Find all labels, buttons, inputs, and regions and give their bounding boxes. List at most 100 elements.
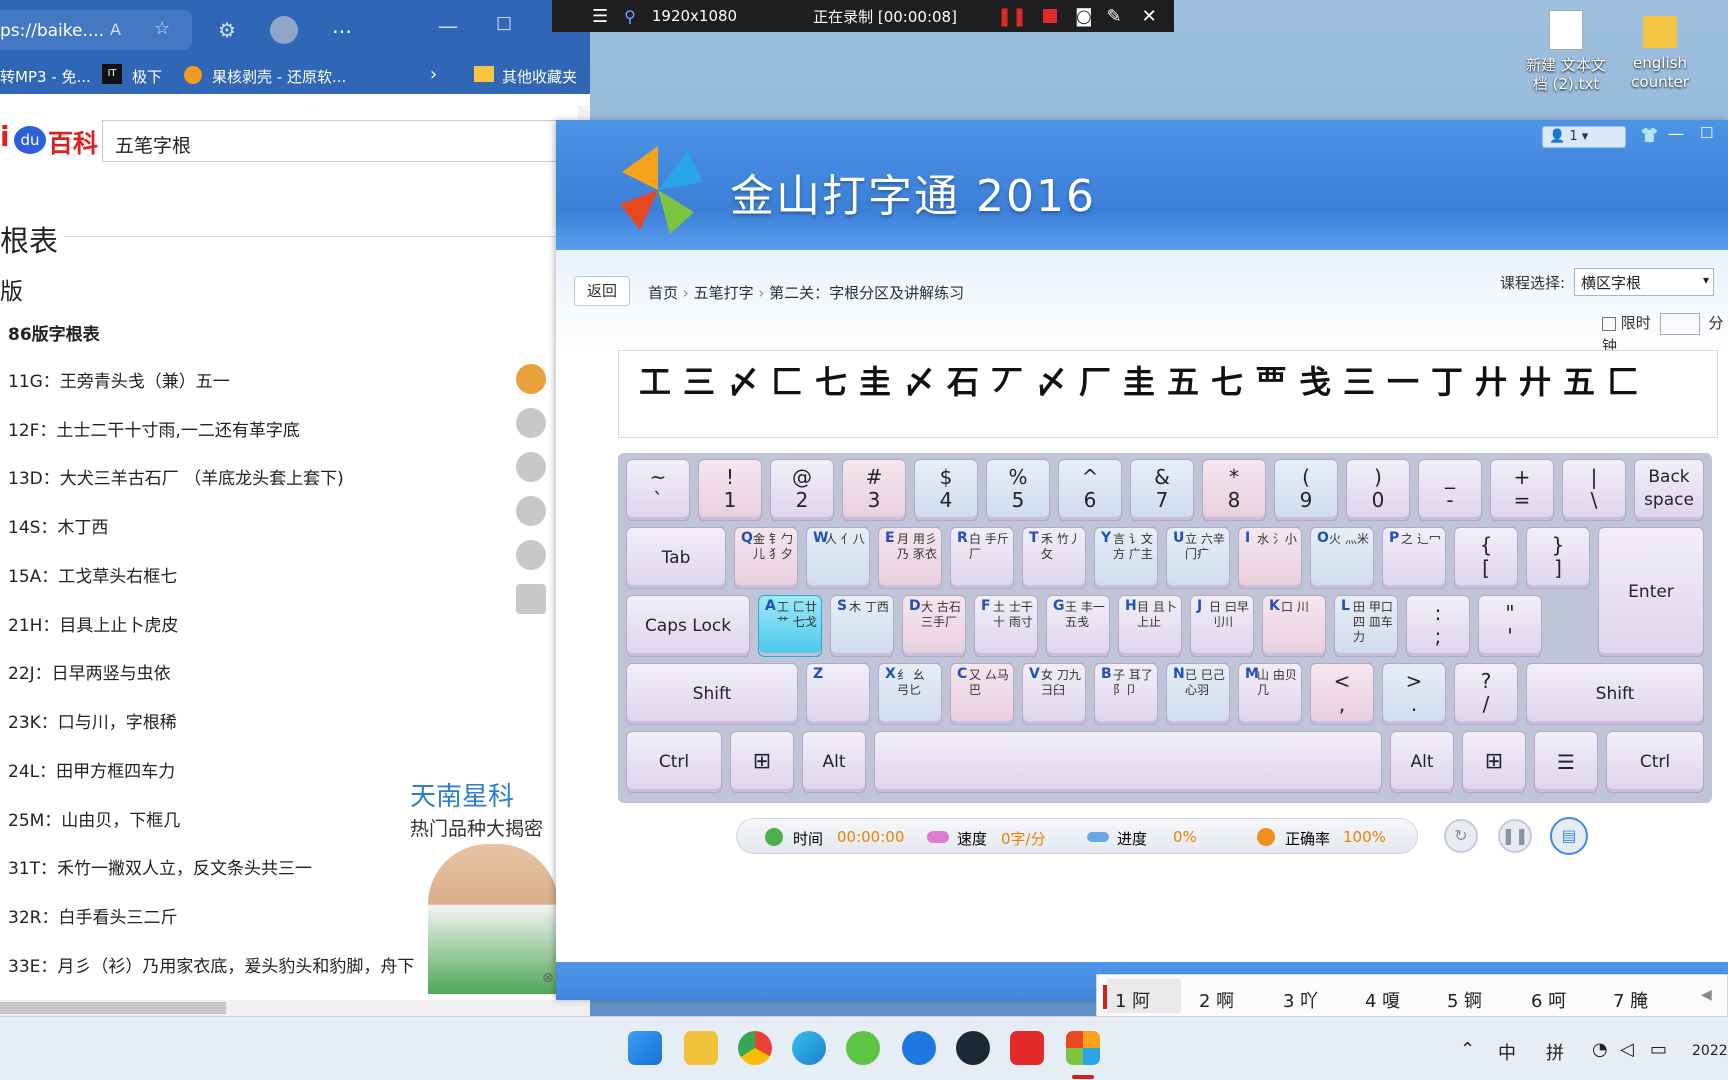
key-backspace[interactable]: Back space xyxy=(1634,459,1704,521)
desktop-icon-textfile[interactable]: 新建 文本文档 (2).txt xyxy=(1526,10,1606,94)
key-b[interactable]: B子 耳了 阝卩 xyxy=(1094,663,1158,725)
maximize-icon[interactable]: ☐ xyxy=(1700,124,1713,142)
key-m[interactable]: M山 由贝 几 xyxy=(1238,663,1302,725)
wechat-icon[interactable] xyxy=(846,1031,880,1065)
key-v[interactable]: V女 刀九 彐臼 xyxy=(1022,663,1086,725)
ad-title[interactable]: 天南星科 xyxy=(410,776,514,813)
key-y[interactable]: Y言 讠文方 广主 xyxy=(1094,527,1158,589)
key-backslash[interactable]: | \ xyxy=(1562,459,1626,521)
back-button[interactable]: 返回 xyxy=(574,276,630,306)
read-aloud-icon[interactable]: A xyxy=(110,20,121,39)
skin-icon[interactable]: 👕 xyxy=(1640,126,1659,144)
star-icon[interactable] xyxy=(516,408,546,438)
bookmark-item[interactable]: 转MP3 - 免... xyxy=(0,66,91,87)
camera-icon[interactable]: ◙ xyxy=(1075,6,1092,27)
maximize-icon[interactable]: ☐ xyxy=(496,14,512,35)
more-icon[interactable]: … xyxy=(332,14,352,38)
key-7[interactable]: & 7 xyxy=(1130,459,1194,521)
horizontal-scrollbar[interactable] xyxy=(0,1000,590,1016)
scroll-thumb[interactable] xyxy=(0,1002,226,1014)
key-left-ctrl[interactable]: Ctrl xyxy=(626,731,722,793)
key-l[interactable]: L田 甲口四 皿车力 xyxy=(1334,595,1398,657)
wifi-icon[interactable]: ◔ xyxy=(1592,1039,1608,1060)
time-limit-checkbox[interactable] xyxy=(1602,316,1616,331)
youdao-icon[interactable] xyxy=(1010,1031,1044,1065)
bookmark-item[interactable]: 果核剥壳 - 还原软... xyxy=(212,66,346,87)
key-4[interactable]: $4 xyxy=(914,459,978,521)
edge-icon[interactable] xyxy=(792,1031,826,1065)
key-e[interactable]: E月 用彡乃 豕衣 xyxy=(878,527,942,589)
key-f[interactable]: F土 士干十 雨寸 xyxy=(974,595,1038,657)
bookmark-folder[interactable]: 其他收藏夹 xyxy=(502,66,577,87)
key-menu[interactable]: ☰ xyxy=(1534,731,1598,793)
browser-tab[interactable]: ps://baike.... A ☆ xyxy=(0,10,192,50)
key-right-shift[interactable]: Shift xyxy=(1526,663,1704,725)
key-n[interactable]: N已 巳己 心羽 xyxy=(1166,663,1230,725)
file-explorer-icon[interactable] xyxy=(684,1031,718,1065)
profile-avatar[interactable] xyxy=(270,16,298,44)
clock-date[interactable]: 2022/ xyxy=(1692,1043,1728,1059)
bookmark-item[interactable]: 极下 xyxy=(132,66,162,87)
key-left-bracket[interactable]: {[ xyxy=(1454,527,1518,589)
key-tab[interactable]: Tab xyxy=(626,527,726,589)
key-t[interactable]: T禾 竹丿 攵 xyxy=(1022,527,1086,589)
key-8[interactable]: * 8 xyxy=(1202,459,1266,521)
key-x[interactable]: X纟 幺 弓匕 xyxy=(878,663,942,725)
desktop-icon-folder[interactable]: english counter xyxy=(1620,10,1700,92)
key-period[interactable]: >. xyxy=(1382,663,1446,725)
key-right-alt[interactable]: Alt xyxy=(1390,731,1454,793)
typing-app-taskbar-icon[interactable] xyxy=(1066,1031,1100,1065)
wechat-icon[interactable] xyxy=(516,496,546,526)
key-1[interactable]: ! 1 xyxy=(698,459,762,521)
ime-candidate[interactable]: 1 阿 xyxy=(1115,987,1150,1013)
steam-icon[interactable] xyxy=(956,1031,990,1065)
key-r[interactable]: R白 手斤 厂 xyxy=(950,527,1014,589)
key-backtick[interactable]: ~ ` xyxy=(626,459,690,521)
favorite-icon[interactable]: ☆ xyxy=(154,18,170,39)
close-icon[interactable]: ✕ xyxy=(1142,6,1157,27)
key-left-win[interactable]: ⊞ xyxy=(730,731,794,793)
key-a[interactable]: A工 匚廿艹 七戈 xyxy=(758,595,822,657)
ime-pinyin[interactable]: 拼 xyxy=(1546,1039,1564,1065)
breadcrumb-wubi[interactable]: 五笔打字 xyxy=(694,284,754,302)
key-right-win[interactable]: ⊞ xyxy=(1462,731,1526,793)
mobile-icon[interactable] xyxy=(516,584,546,614)
restart-button[interactable]: ↻ xyxy=(1444,819,1478,853)
key-6[interactable]: ^ 6 xyxy=(1058,459,1122,521)
key-u[interactable]: U立 六辛 门疒 xyxy=(1166,527,1230,589)
key-3[interactable]: #3 xyxy=(842,459,906,521)
ime-candidate[interactable]: 5 锕 xyxy=(1447,987,1482,1013)
key-s[interactable]: S木 丁西 xyxy=(830,595,894,657)
breadcrumb-home[interactable]: 首页 xyxy=(648,284,678,302)
minimize-icon[interactable]: — xyxy=(1668,124,1684,143)
key-right-ctrl[interactable]: Ctrl xyxy=(1606,731,1704,793)
key-0[interactable]: ) 0 xyxy=(1346,459,1410,521)
qq-icon[interactable] xyxy=(516,540,546,570)
key-quote[interactable]: " ' xyxy=(1478,595,1542,657)
start-icon[interactable] xyxy=(628,1031,662,1065)
stop-icon[interactable] xyxy=(1043,9,1058,23)
key-slash[interactable]: ? / xyxy=(1454,663,1518,725)
key-w[interactable]: W人 亻八 xyxy=(806,527,870,589)
pen-icon[interactable]: ✎ xyxy=(1107,6,1122,27)
key-right-bracket[interactable]: }] xyxy=(1526,527,1590,589)
gift-icon[interactable] xyxy=(516,364,546,394)
key-q[interactable]: Q金 钅勹儿 犭夕 xyxy=(734,527,798,589)
battery-icon[interactable]: ▭ xyxy=(1650,1039,1667,1060)
key-h[interactable]: H目 且卜 上止 xyxy=(1118,595,1182,657)
key-c[interactable]: C又 厶马 巴 xyxy=(950,663,1014,725)
ime-candidate[interactable]: 6 呵 xyxy=(1531,987,1566,1013)
key-j[interactable]: J日 曰早 刂川 xyxy=(1190,595,1254,657)
menu-icon[interactable]: ☰ xyxy=(592,6,608,27)
app-icon[interactable] xyxy=(902,1031,936,1065)
extension-icon[interactable]: ⚙ xyxy=(218,18,236,42)
chevron-right-icon[interactable]: › xyxy=(430,64,437,85)
key-z[interactable]: Z xyxy=(806,663,870,725)
chrome-icon[interactable] xyxy=(738,1031,772,1065)
key-minus[interactable]: _ - xyxy=(1418,459,1482,521)
key-d[interactable]: D大 古石 三手厂 xyxy=(902,595,966,657)
search-input[interactable]: 五笔字根 xyxy=(102,120,560,162)
ad-close-icon[interactable]: ⊗ xyxy=(542,970,554,986)
time-limit-input[interactable] xyxy=(1659,312,1700,335)
key-2[interactable]: @2 xyxy=(770,459,834,521)
